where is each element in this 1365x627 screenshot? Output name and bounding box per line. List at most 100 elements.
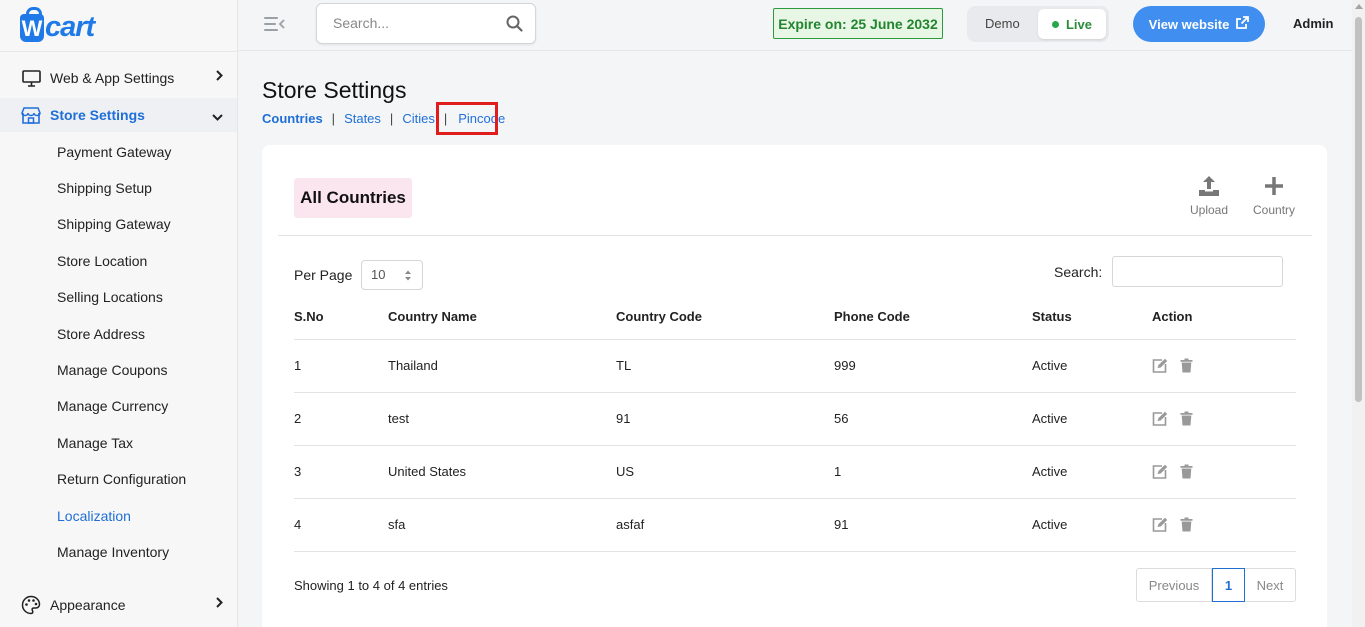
sidebar-item-store-address[interactable]: Store Address xyxy=(57,326,145,342)
column-header-phone-code: Phone Code xyxy=(834,295,1032,340)
chevron-down-icon xyxy=(212,110,223,124)
edit-icon[interactable] xyxy=(1152,517,1168,532)
logo-text: cart xyxy=(45,11,95,43)
sidebar-item-store-location[interactable]: Store Location xyxy=(57,253,147,269)
table-row: 2 test 91 56 Active xyxy=(294,392,1296,446)
user-menu[interactable]: Admin xyxy=(1293,16,1333,31)
edit-icon[interactable] xyxy=(1152,411,1168,426)
sidebar-item-selling-locations[interactable]: Selling Locations xyxy=(57,289,163,305)
divider xyxy=(278,235,1312,236)
global-search[interactable] xyxy=(316,3,536,44)
cell-country-name: sfa xyxy=(388,498,616,552)
sidebar-item-label: Store Settings xyxy=(50,107,145,123)
column-header-country-name: Country Name xyxy=(388,295,616,340)
edit-icon[interactable] xyxy=(1152,464,1168,479)
pagination-previous[interactable]: Previous xyxy=(1137,569,1212,601)
upload-icon xyxy=(1199,176,1220,196)
add-country-label: Country xyxy=(1253,203,1296,217)
chevron-right-icon xyxy=(216,70,223,84)
cell-status: Active xyxy=(1032,498,1152,552)
sidebar-item-localization[interactable]: Localization xyxy=(57,508,131,524)
pagination-next[interactable]: Next xyxy=(1245,569,1295,601)
plus-icon xyxy=(1265,177,1284,195)
page-scrollbar[interactable] xyxy=(1352,0,1365,627)
sidebar-item-shipping-gateway[interactable]: Shipping Gateway xyxy=(57,216,171,232)
sidebar-item-label: Web & App Settings xyxy=(50,70,175,86)
card-title: All Countries xyxy=(294,178,412,218)
sidebar-item-web-app-settings[interactable]: Web & App Settings xyxy=(0,61,237,95)
mode-live-label: Live xyxy=(1065,16,1092,32)
tab-cities[interactable]: Cities xyxy=(402,111,435,126)
search-input[interactable] xyxy=(333,15,493,31)
per-page-value: 10 xyxy=(371,267,386,282)
mode-toggle[interactable]: Demo Live xyxy=(967,6,1109,42)
sidebar-item-manage-coupons[interactable]: Manage Coupons xyxy=(57,362,168,378)
mode-live-option[interactable]: Live xyxy=(1038,9,1106,39)
table-row: 3 United States US 1 Active xyxy=(294,445,1296,499)
sidebar-item-shipping-setup[interactable]: Shipping Setup xyxy=(57,180,152,196)
cell-action xyxy=(1152,445,1296,499)
external-link-icon xyxy=(1229,15,1250,33)
table-search-input[interactable] xyxy=(1112,256,1283,287)
trash-icon[interactable] xyxy=(1180,464,1193,479)
cell-phone-code: 91 xyxy=(834,498,1032,552)
cell-phone-code: 999 xyxy=(834,339,1032,393)
column-header-status: Status xyxy=(1032,295,1152,340)
sidebar-item-payment-gateway[interactable]: Payment Gateway xyxy=(57,144,171,160)
sidebar-item-return-configuration[interactable]: Return Configuration xyxy=(57,471,186,487)
cell-status: Active xyxy=(1032,445,1152,499)
view-website-label: View website xyxy=(1148,16,1230,32)
tab-countries[interactable]: Countries xyxy=(262,111,323,126)
cell-country-code: 91 xyxy=(616,392,834,446)
trash-icon[interactable] xyxy=(1180,517,1193,532)
trash-icon[interactable] xyxy=(1180,358,1193,373)
sidebar-item-appearance[interactable]: Appearance xyxy=(0,588,237,622)
cell-phone-code: 56 xyxy=(834,392,1032,446)
view-website-button[interactable]: View website xyxy=(1133,6,1265,42)
sidebar-item-store-settings[interactable]: Store Settings xyxy=(0,98,237,132)
live-status-dot-icon xyxy=(1051,20,1059,28)
tab-separator: | xyxy=(331,111,336,126)
upload-button[interactable]: Upload xyxy=(1190,175,1228,217)
cell-action xyxy=(1152,498,1296,552)
cell-country-name: Thailand xyxy=(388,339,616,393)
trash-icon[interactable] xyxy=(1180,411,1193,426)
cell-country-name: test xyxy=(388,392,616,446)
tab-separator: | xyxy=(389,111,394,126)
collapse-menu-icon[interactable] xyxy=(264,15,286,33)
column-header-action: Action xyxy=(1152,295,1296,340)
table-search-label: Search: xyxy=(1054,264,1103,280)
add-country-button[interactable]: Country xyxy=(1253,175,1295,217)
sidebar-item-label: Appearance xyxy=(50,597,126,613)
sidebar-item-manage-tax[interactable]: Manage Tax xyxy=(57,435,133,451)
brand-logo[interactable]: W cart xyxy=(20,6,95,43)
cell-country-code: US xyxy=(616,445,834,499)
column-header-country-code: Country Code xyxy=(616,295,834,340)
cell-status: Active xyxy=(1032,339,1152,393)
cell-action xyxy=(1152,392,1296,446)
per-page-label: Per Page xyxy=(294,267,353,283)
tab-states[interactable]: States xyxy=(344,111,381,126)
select-arrows-icon xyxy=(405,270,411,281)
table-row: 4 sfa asfaf 91 Active xyxy=(294,498,1296,552)
countries-table: S.No Country Name Country Code Phone Cod… xyxy=(294,295,1296,552)
per-page-select[interactable]: 10 xyxy=(361,260,423,290)
pagination-page-1[interactable]: 1 xyxy=(1212,568,1245,602)
mode-demo-option[interactable]: Demo xyxy=(985,16,1020,31)
upload-label: Upload xyxy=(1190,203,1229,217)
divider xyxy=(0,51,238,52)
column-header-sno: S.No xyxy=(294,295,388,340)
cell-sno: 4 xyxy=(294,498,388,552)
search-icon[interactable] xyxy=(506,15,523,37)
scroll-up-icon[interactable] xyxy=(1355,4,1363,9)
sidebar-item-manage-currency[interactable]: Manage Currency xyxy=(57,398,168,414)
sidebar-item-manage-inventory[interactable]: Manage Inventory xyxy=(57,544,169,560)
edit-icon[interactable] xyxy=(1152,358,1168,373)
scrollbar-thumb[interactable] xyxy=(1355,17,1362,402)
chevron-right-icon xyxy=(216,597,223,611)
table-row: 1 Thailand TL 999 Active xyxy=(294,339,1296,393)
page-title: Store Settings xyxy=(262,77,407,103)
cell-country-code: asfaf xyxy=(616,498,834,552)
cell-phone-code: 1 xyxy=(834,445,1032,499)
cell-sno: 2 xyxy=(294,392,388,446)
